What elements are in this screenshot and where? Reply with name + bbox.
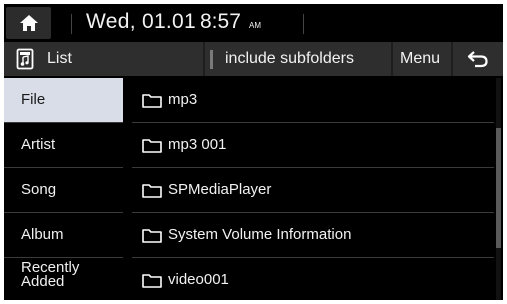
list-item[interactable]: video001 [132, 258, 494, 300]
status-separator [303, 14, 304, 34]
music-file-icon [16, 48, 34, 70]
menu-button[interactable]: Menu [393, 42, 451, 76]
list-item[interactable]: System Volume Information [132, 213, 494, 257]
list-label: List [47, 50, 72, 67]
back-arrow-icon [467, 51, 488, 68]
list-button[interactable]: List [4, 42, 203, 76]
clock-ampm: AM [249, 21, 261, 30]
folder-icon [142, 139, 162, 153]
file-name: mp3 [168, 91, 198, 108]
file-name: SPMediaPlayer [168, 181, 272, 198]
category-label: File [21, 91, 46, 108]
file-name: video001 [168, 271, 229, 288]
category-sidebar: File Artist Song Album Recently Added [4, 78, 123, 300]
scrollbar-thumb[interactable] [496, 128, 501, 248]
category-label: Song [21, 181, 57, 198]
menu-label: Menu [400, 50, 441, 67]
clock-time: 8:57 [200, 10, 241, 33]
toolbar: List include subfolders Menu [4, 42, 503, 76]
scrollbar[interactable] [496, 78, 501, 300]
status-separator [71, 14, 72, 34]
category-label: Recently Added [21, 259, 80, 290]
status-bar: Wed, 01.01 8:57 AM [4, 4, 503, 42]
folder-icon [142, 229, 162, 243]
include-subfolders-button[interactable]: include subfolders [205, 42, 391, 76]
category-artist[interactable]: Artist [4, 123, 123, 167]
panel-gap [123, 78, 132, 300]
list-item[interactable]: SPMediaPlayer [132, 168, 494, 212]
list-item[interactable]: mp3 001 [132, 123, 494, 167]
category-song[interactable]: Song [4, 168, 123, 212]
folder-icon [142, 184, 162, 198]
folder-icon [142, 94, 162, 108]
home-icon [20, 15, 38, 31]
category-file[interactable]: File [4, 78, 123, 122]
home-button[interactable] [6, 7, 51, 39]
category-recently-added[interactable]: Recently Added [4, 258, 123, 300]
file-name: System Volume Information [168, 226, 352, 243]
back-button[interactable] [453, 42, 503, 76]
category-label: Artist [21, 136, 56, 153]
category-album[interactable]: Album [4, 213, 123, 257]
clock-date: Wed, 01.01 [86, 10, 197, 33]
category-label: Album [21, 226, 64, 243]
file-name: mp3 001 [168, 136, 227, 153]
folder-icon [142, 274, 162, 288]
subfolder-toggle-indicator [210, 50, 213, 69]
file-list: mp3 mp3 001 SPMediaPlayer System Volume … [132, 78, 494, 300]
include-subfolders-label: include subfolders [225, 50, 354, 67]
media-list-screen: Wed, 01.01 8:57 AM List include subfolde… [4, 4, 503, 300]
list-item[interactable]: mp3 [132, 78, 494, 122]
